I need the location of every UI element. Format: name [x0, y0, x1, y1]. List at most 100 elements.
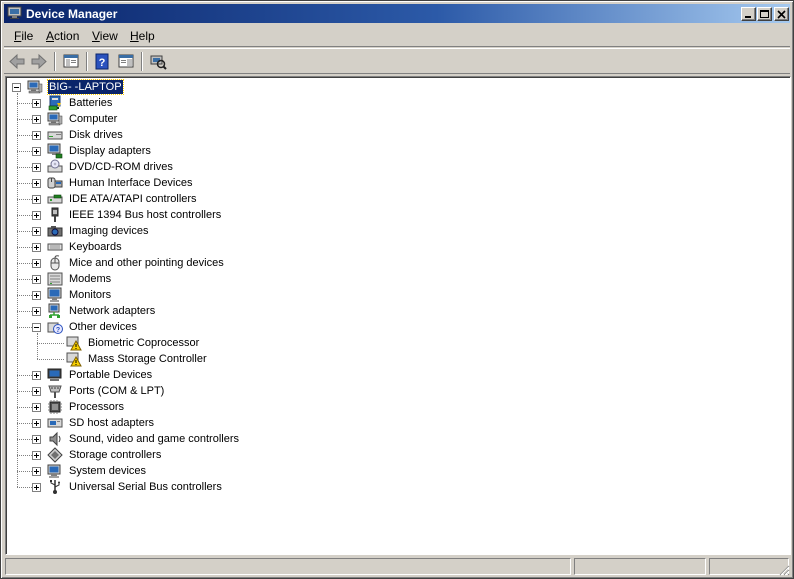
tree-connector	[37, 343, 64, 344]
expand-toggle-icon[interactable]	[32, 131, 41, 140]
expand-toggle-icon[interactable]	[32, 195, 41, 204]
processor-icon	[47, 399, 63, 415]
collapse-toggle-icon[interactable]	[12, 83, 21, 92]
toolbar-separator	[54, 52, 56, 71]
expand-toggle-icon[interactable]	[32, 371, 41, 380]
tree-category-computer[interactable]: Computer	[6, 111, 786, 127]
tree-category-label: Display adapters	[69, 145, 151, 157]
tree-device-item[interactable]: Mass Storage Controller	[6, 351, 786, 367]
minimize-icon	[745, 16, 751, 18]
expand-toggle-icon[interactable]	[32, 291, 41, 300]
maximize-button[interactable]	[757, 7, 772, 21]
title-bar[interactable]: Device Manager	[4, 4, 790, 23]
menu-action[interactable]: Action	[46, 29, 79, 43]
expand-toggle-icon[interactable]	[32, 163, 41, 172]
tree-root-computer[interactable]: BIG- -LAPTOP	[6, 79, 786, 95]
computer-icon	[27, 79, 43, 95]
tree-category-sound-video-and-game-controllers[interactable]: Sound, video and game controllers	[6, 431, 786, 447]
device-tree[interactable]: BIG- -LAPTOP Batteries Computer Disk drives…	[5, 76, 791, 555]
tree-category-modems[interactable]: Modems	[6, 271, 786, 287]
forward-button[interactable]	[29, 52, 49, 71]
collapse-toggle-icon[interactable]	[32, 323, 41, 332]
expand-toggle-icon[interactable]	[32, 259, 41, 268]
tree-category-keyboards[interactable]: Keyboards	[6, 239, 786, 255]
menu-view[interactable]: View	[92, 29, 118, 43]
show-hide-console-tree-button[interactable]	[61, 52, 81, 71]
help-button[interactable]: ?	[92, 52, 112, 71]
menu-bar: File Action View Help	[4, 25, 790, 47]
expand-toggle-icon[interactable]	[32, 211, 41, 220]
resize-grip-icon[interactable]	[778, 564, 790, 576]
tree-category-label: Ports (COM & LPT)	[69, 385, 165, 397]
tree-category-batteries[interactable]: Batteries	[6, 95, 786, 111]
tree-category-other-devices[interactable]: ? Other devices	[6, 319, 786, 335]
maximize-icon	[760, 10, 769, 18]
tree-category-disk-drives[interactable]: Disk drives	[6, 127, 786, 143]
expand-toggle-icon[interactable]	[32, 243, 41, 252]
tree-device-item[interactable]: Biometric Coprocessor	[6, 335, 786, 351]
tree-connector	[17, 439, 32, 440]
tree-category-system-devices[interactable]: System devices	[6, 463, 786, 479]
back-arrow-icon	[9, 53, 25, 70]
menu-file[interactable]: File	[14, 29, 33, 43]
back-button[interactable]	[7, 52, 27, 71]
tree-category-imaging-devices[interactable]: Imaging devices	[6, 223, 786, 239]
status-bar	[4, 557, 790, 576]
expand-toggle-icon[interactable]	[32, 307, 41, 316]
tree-category-label: Imaging devices	[69, 225, 149, 237]
tree-category-storage-controllers[interactable]: Storage controllers	[6, 447, 786, 463]
tree-device-label: Biometric Coprocessor	[88, 337, 200, 349]
tree-connector	[17, 103, 32, 104]
tree-category-processors[interactable]: Processors	[6, 399, 786, 415]
monitor-icon	[47, 287, 63, 303]
close-button[interactable]	[774, 7, 789, 21]
tree-connector	[17, 247, 32, 248]
computer-icon	[47, 111, 63, 127]
expand-toggle-icon[interactable]	[32, 115, 41, 124]
tree-category-label: Portable Devices	[69, 369, 153, 381]
tree-connector	[17, 311, 32, 312]
system-device-icon	[47, 463, 63, 479]
expand-toggle-icon[interactable]	[32, 147, 41, 156]
tree-category-ports-com-lpt[interactable]: Ports (COM & LPT)	[6, 383, 786, 399]
tree-category-network-adapters[interactable]: Network adapters	[6, 303, 786, 319]
tree-category-monitors[interactable]: Monitors	[6, 287, 786, 303]
tree-category-label: Universal Serial Bus controllers	[69, 481, 222, 493]
tree-device-label: Mass Storage Controller	[88, 353, 207, 365]
tree-category-ide-ata-atapi-controllers[interactable]: IDE ATA/ATAPI controllers	[6, 191, 786, 207]
camera-icon	[47, 223, 63, 239]
expand-toggle-icon[interactable]	[32, 387, 41, 396]
tree-connector	[17, 407, 32, 408]
window-title: Device Manager	[26, 7, 118, 21]
port-icon	[47, 383, 63, 399]
device-manager-icon	[7, 6, 22, 20]
properties-button[interactable]	[116, 52, 136, 71]
tree-category-ieee-1394-bus-host-controllers[interactable]: IEEE 1394 Bus host controllers	[6, 207, 786, 223]
tree-connector	[17, 231, 32, 232]
expand-toggle-icon[interactable]	[32, 419, 41, 428]
tree-connector	[17, 167, 32, 168]
expand-toggle-icon[interactable]	[32, 99, 41, 108]
tree-category-portable-devices[interactable]: Portable Devices	[6, 367, 786, 383]
tree-category-universal-serial-bus-controllers[interactable]: Universal Serial Bus controllers	[6, 479, 786, 495]
expand-toggle-icon[interactable]	[32, 403, 41, 412]
tree-category-sd-host-adapters[interactable]: SD host adapters	[6, 415, 786, 431]
expand-toggle-icon[interactable]	[32, 451, 41, 460]
tree-category-human-interface-devices[interactable]: Human Interface Devices	[6, 175, 786, 191]
expand-toggle-icon[interactable]	[32, 227, 41, 236]
tree-category-label: Monitors	[69, 289, 112, 301]
expand-toggle-icon[interactable]	[32, 275, 41, 284]
expand-toggle-icon[interactable]	[32, 467, 41, 476]
tree-connector	[17, 327, 32, 328]
tree-connector	[17, 215, 32, 216]
menu-help[interactable]: Help	[130, 29, 155, 43]
tree-category-display-adapters[interactable]: Display adapters	[6, 143, 786, 159]
expand-toggle-icon[interactable]	[32, 483, 41, 492]
expand-toggle-icon[interactable]	[32, 435, 41, 444]
tree-category-dvd-cd-rom-drives[interactable]: DVD/CD-ROM drives	[6, 159, 786, 175]
minimize-button[interactable]	[741, 7, 756, 21]
tree-category-label: Network adapters	[69, 305, 156, 317]
expand-toggle-icon[interactable]	[32, 179, 41, 188]
tree-category-mice-and-other-pointing-devices[interactable]: Mice and other pointing devices	[6, 255, 786, 271]
scan-hardware-changes-button[interactable]	[148, 52, 168, 71]
